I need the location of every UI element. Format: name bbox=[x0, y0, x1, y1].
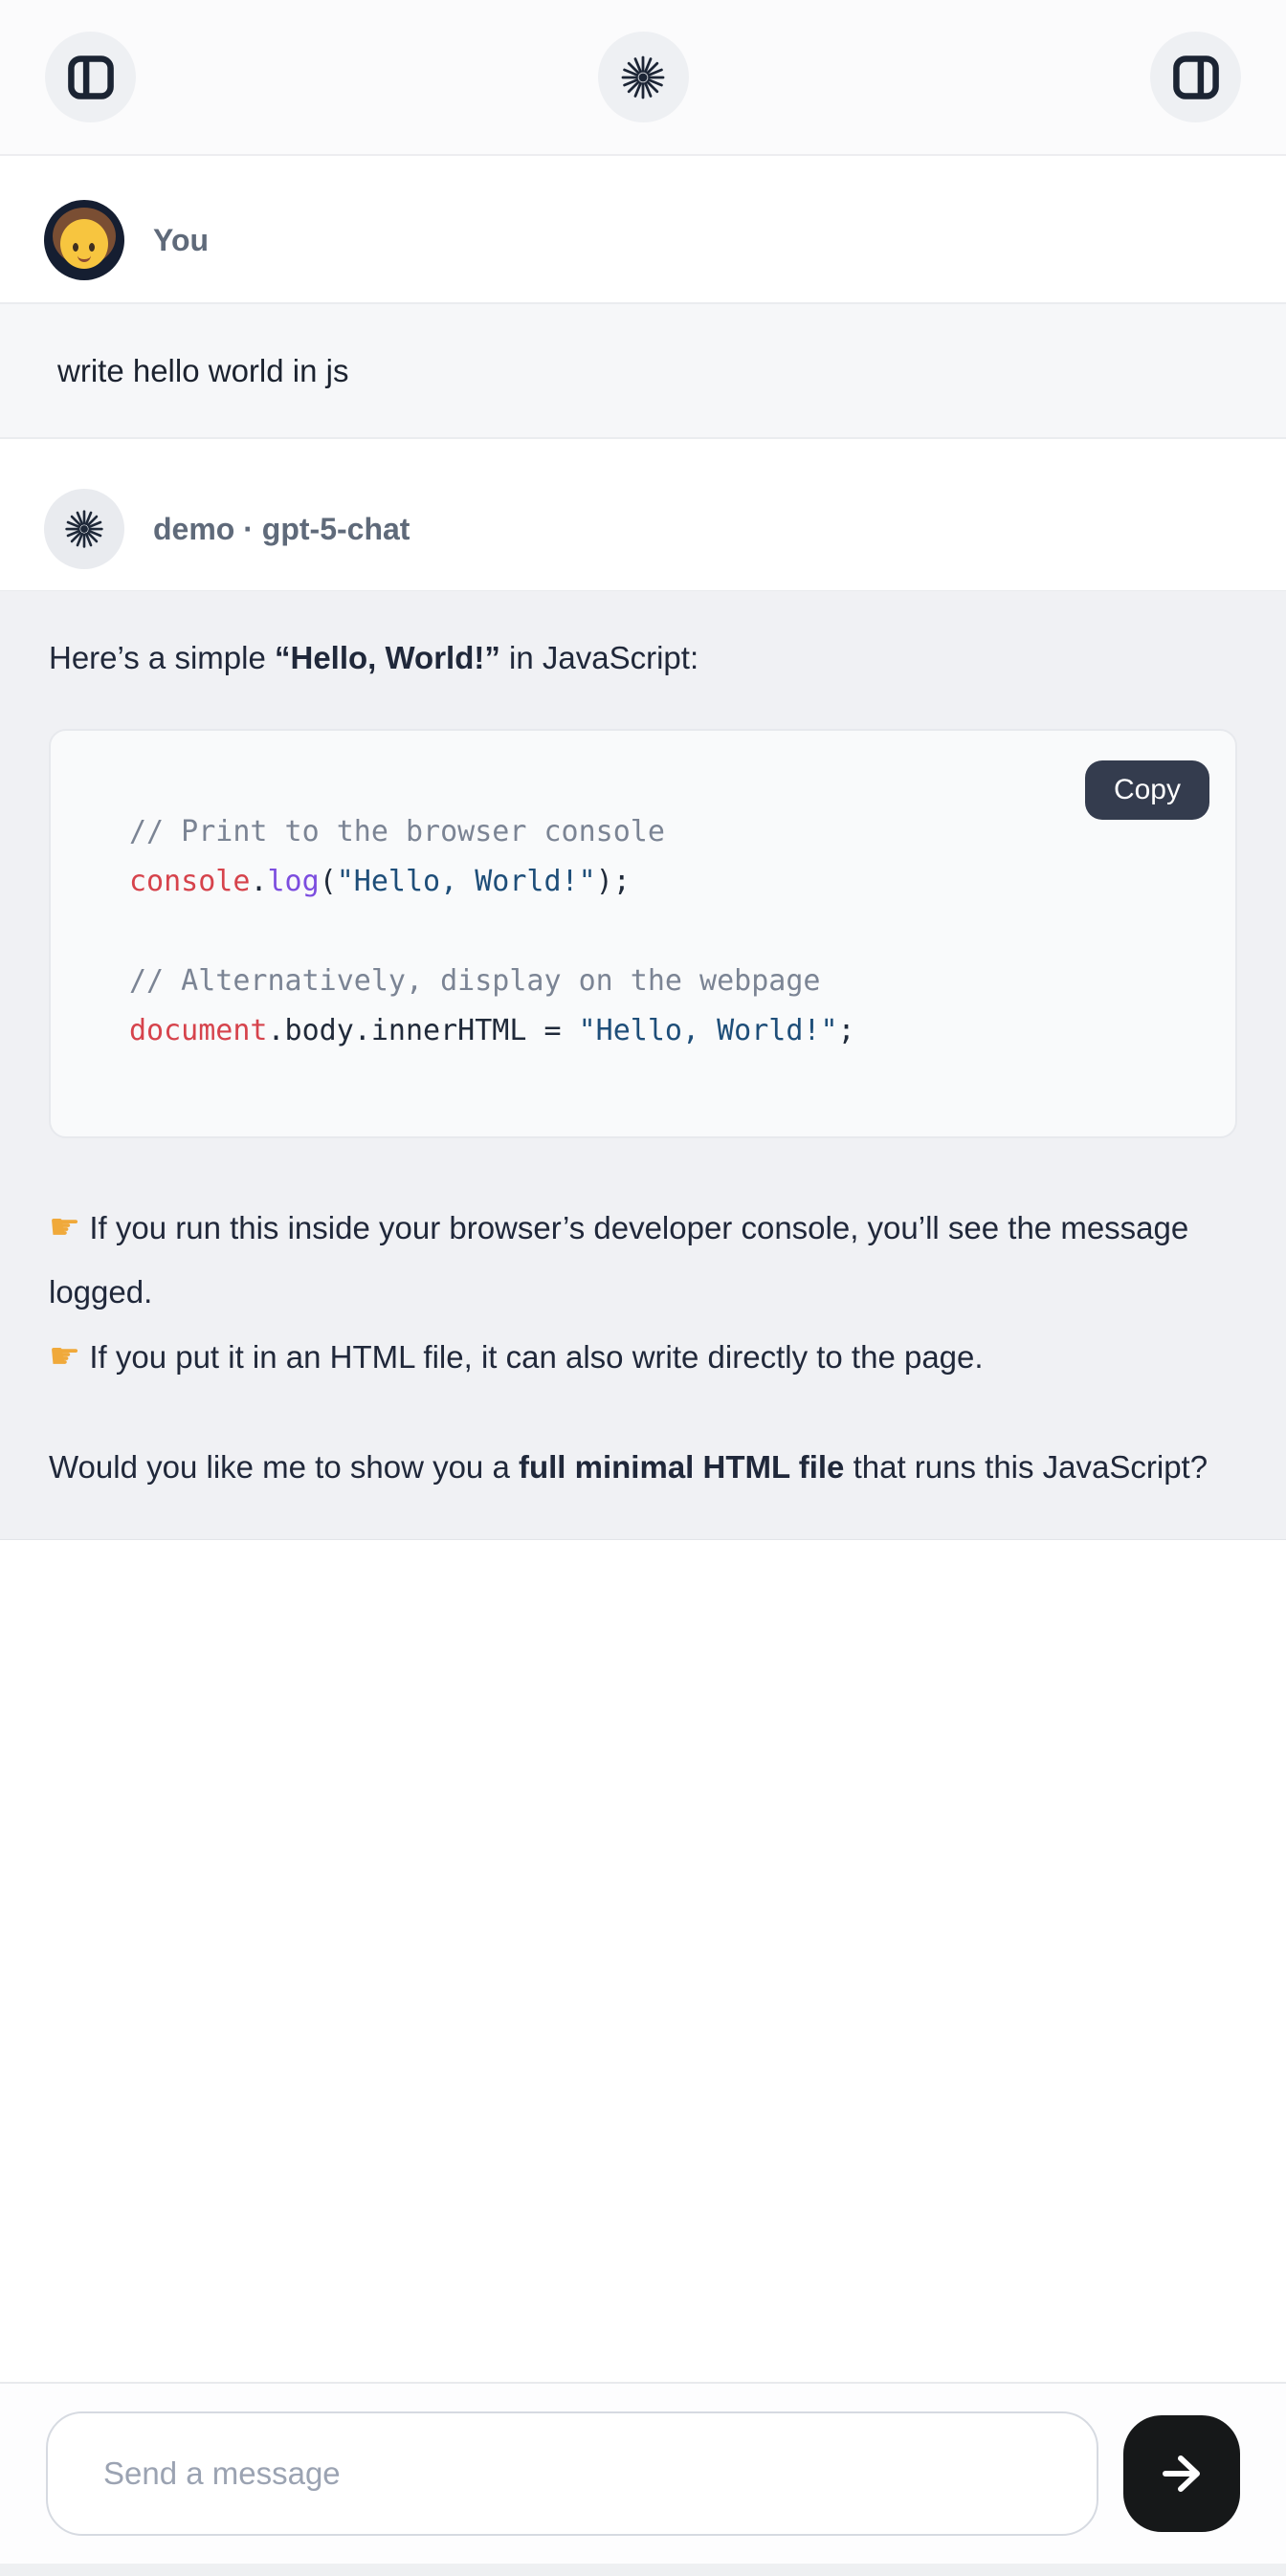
user-message-text: write hello world in js bbox=[57, 353, 348, 389]
bottom-edge-strip bbox=[0, 2564, 1286, 2576]
sidebar-left-toggle-button[interactable] bbox=[45, 32, 136, 122]
assistant-tips-text: ☛ If you run this inside your browser’s … bbox=[49, 1195, 1237, 1389]
code-line: document.body.innerHTML = "Hello, World!… bbox=[129, 1006, 1197, 1056]
assistant-message-body: Here’s a simple “Hello, World!” in JavaS… bbox=[0, 590, 1286, 1540]
sidebar-right-toggle-button[interactable] bbox=[1150, 32, 1241, 122]
user-message-bubble: write hello world in js bbox=[0, 302, 1286, 439]
assistant-intro-text: Here’s a simple “Hello, World!” in JavaS… bbox=[49, 626, 1237, 690]
arrow-right-icon bbox=[1155, 2447, 1208, 2500]
avatar-eye bbox=[73, 243, 78, 252]
copy-code-button[interactable]: Copy bbox=[1085, 760, 1209, 820]
pointing-hand-emoji: ☛ bbox=[49, 1207, 80, 1246]
user-sender-label: You bbox=[153, 223, 209, 258]
code-content: // Print to the browser consoleconsole.l… bbox=[51, 731, 1235, 1136]
assistant-message-header: demo · gpt-5-chat bbox=[0, 489, 1286, 569]
code-block: Copy // Print to the browser consolecons… bbox=[49, 729, 1237, 1138]
message-input[interactable] bbox=[46, 2411, 1098, 2536]
code-line: // Print to the browser console bbox=[129, 807, 1197, 857]
send-button[interactable] bbox=[1123, 2415, 1240, 2532]
code-line bbox=[129, 907, 1197, 957]
avatar-eye bbox=[89, 243, 95, 252]
tip-line: ☛ If you run this inside your browser’s … bbox=[49, 1195, 1237, 1324]
assistant-avatar bbox=[44, 489, 124, 569]
code-line: // Alternatively, display on the webpage bbox=[129, 957, 1197, 1006]
composer-bar bbox=[0, 2382, 1286, 2564]
user-avatar bbox=[44, 200, 124, 280]
user-message-header: You bbox=[0, 200, 1286, 280]
spark-icon bbox=[620, 55, 666, 100]
panel-right-icon bbox=[1171, 53, 1221, 102]
spark-icon bbox=[64, 509, 104, 549]
panel-left-icon bbox=[66, 53, 116, 102]
tip-line: ☛ If you put it in an HTML file, it can … bbox=[49, 1324, 1237, 1389]
assistant-sender-label: demo · gpt-5-chat bbox=[153, 512, 410, 547]
pointing-hand-emoji: ☛ bbox=[49, 1336, 80, 1376]
chat-empty-space bbox=[0, 1540, 1286, 2382]
model-home-button[interactable] bbox=[598, 32, 689, 122]
top-bar bbox=[0, 0, 1286, 156]
code-line: console.log("Hello, World!"); bbox=[129, 857, 1197, 907]
assistant-closing-text: Would you like me to show you a full min… bbox=[49, 1435, 1237, 1499]
